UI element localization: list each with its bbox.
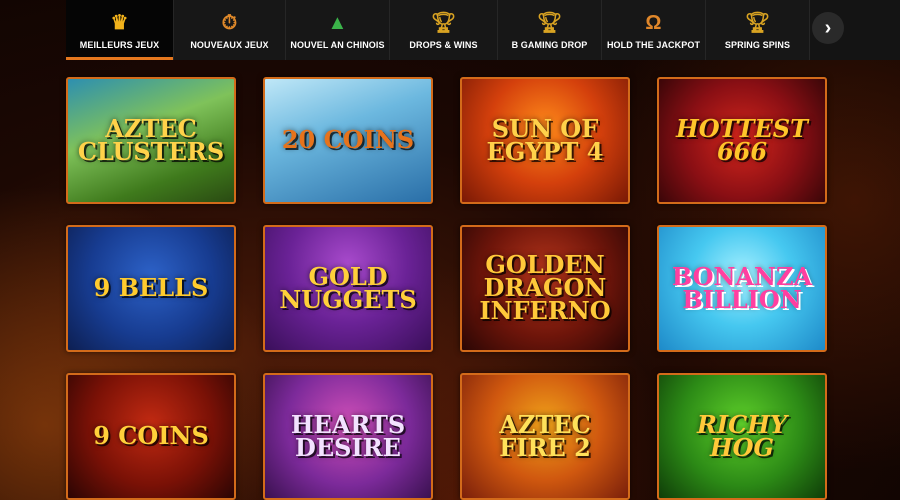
game-title: Gold Nuggets <box>279 261 417 314</box>
tab-label: B GAMING DROP <box>511 40 588 50</box>
game-card-hearts-desire[interactable]: Hearts Desire <box>263 373 433 500</box>
chevron-right-icon: › <box>824 17 832 39</box>
game-card-9-coins[interactable]: 9 Coins <box>66 373 236 500</box>
tab-hold-the-jackpot[interactable]: Ω HOLD THE JACKPOT <box>602 0 706 60</box>
game-title: Golden Dragon Inferno <box>479 250 611 325</box>
tab-spring-spins[interactable]: 🏆︎ SPRING SPINS <box>706 0 810 60</box>
tab-nouveaux-jeux[interactable]: ⏱ NOUVEAUX JEUX <box>174 0 286 60</box>
tab-label: HOLD THE JACKPOT <box>606 40 701 50</box>
tab-label: MEILLEURS JEUX <box>79 40 160 50</box>
game-title: Richy Hog <box>696 409 788 462</box>
game-card-aztec-clusters[interactable]: Aztec Clusters <box>66 77 236 204</box>
game-title: 9 Coins <box>93 421 209 451</box>
game-title: Aztec Clusters <box>77 113 225 166</box>
tab-b-gaming-drop[interactable]: 🏆︎ B GAMING DROP <box>498 0 602 60</box>
tab-nouvel-an-chinois[interactable]: ▲ NOUVEL AN CHINOIS <box>286 0 390 60</box>
game-title: 9 Bells <box>93 273 209 303</box>
tab-drops-wins[interactable]: 🏆︎ DROPS & WINS <box>390 0 498 60</box>
game-card-golden-dragon-inferno[interactable]: Golden Dragon Inferno <box>460 225 630 352</box>
crown-icon: ♛ <box>110 12 129 34</box>
game-title: Hottest 666 <box>676 113 808 166</box>
trophy-icon: 🏆︎ <box>744 12 771 34</box>
game-card-sun-of-egypt-4[interactable]: Sun of Egypt 4 <box>460 77 630 204</box>
nav-next-button[interactable]: › <box>812 12 844 44</box>
tab-meilleurs-jeux[interactable]: ♛ MEILLEURS JEUX <box>66 0 174 60</box>
game-card-aztec-fire-2[interactable]: Aztec Fire 2 <box>460 373 630 500</box>
trophy-icon: 🏆︎ <box>430 12 457 34</box>
game-title: 20 Coins <box>281 125 415 155</box>
stopwatch-icon: ⏱ <box>221 12 238 34</box>
game-title: Hearts Desire <box>290 409 406 462</box>
tab-label: SPRING SPINS <box>724 40 791 50</box>
game-title: Aztec Fire 2 <box>499 409 591 462</box>
game-title: Bonanza Billion <box>671 261 813 314</box>
category-nav: ♛ MEILLEURS JEUX ⏱ NOUVEAUX JEUX ▲ NOUVE… <box>66 0 900 60</box>
game-card-richy-hog[interactable]: Richy Hog <box>657 373 827 500</box>
horseshoe-icon: Ω <box>645 12 662 34</box>
game-card-hottest-666[interactable]: Hottest 666 <box>657 77 827 204</box>
game-title: Sun of Egypt 4 <box>486 113 604 166</box>
game-card-9-bells[interactable]: 9 Bells <box>66 225 236 352</box>
game-card-gold-nuggets[interactable]: Gold Nuggets <box>263 225 433 352</box>
games-grid: Aztec Clusters 20 Coins Sun of Egypt 4 H… <box>66 77 829 500</box>
game-card-20-coins[interactable]: 20 Coins <box>263 77 433 204</box>
tab-label: NOUVEL AN CHINOIS <box>290 40 385 50</box>
tab-label: DROPS & WINS <box>409 40 478 50</box>
christmas-tree-icon: ▲ <box>327 12 348 34</box>
tab-label: NOUVEAUX JEUX <box>190 40 269 50</box>
game-card-bonanza-billion[interactable]: Bonanza Billion <box>657 225 827 352</box>
trophy-icon: 🏆︎ <box>536 12 563 34</box>
